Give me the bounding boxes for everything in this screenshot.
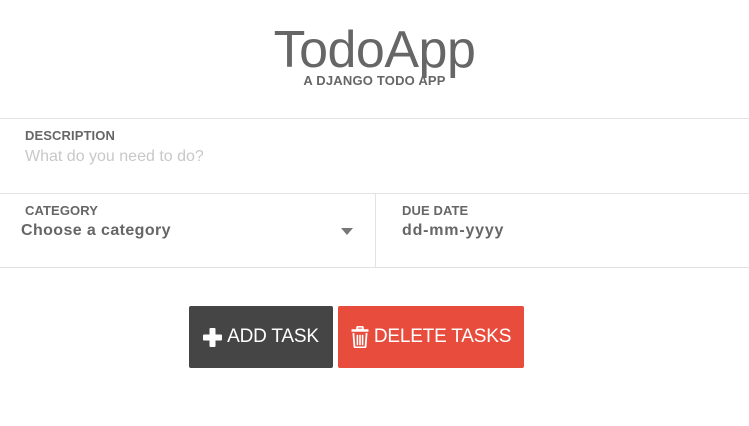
app-header: TodoApp A DJANGO TODO APP — [0, 0, 749, 118]
app-title: TodoApp — [273, 21, 476, 79]
add-task-label: ADD TASK — [227, 326, 319, 347]
description-label: DESCRIPTION — [25, 128, 115, 143]
due-date-value: dd-mm-yyyy — [402, 222, 505, 239]
category-selected-value: Choose a category — [21, 222, 171, 239]
app-subtitle: A DJANGO TODO APP — [303, 73, 446, 88]
category-label: CATEGORY — [25, 203, 99, 218]
description-input[interactable] — [25, 145, 725, 169]
chevron-down-icon — [341, 228, 353, 235]
header-divider — [0, 118, 749, 119]
delete-tasks-label: DELETE TASKS — [373, 326, 512, 347]
add-task-button[interactable]: ADD TASK — [189, 306, 333, 368]
plus-icon — [203, 327, 223, 347]
trash-icon — [351, 326, 369, 348]
due-date-input[interactable]: dd-mm-yyyy — [402, 220, 722, 244]
delete-tasks-button[interactable]: DELETE TASKS — [338, 306, 524, 368]
due-date-label: DUE DATE — [402, 203, 469, 218]
form-divider — [0, 267, 749, 268]
category-select[interactable]: Choose a category — [21, 220, 355, 244]
field-separator — [375, 194, 376, 267]
